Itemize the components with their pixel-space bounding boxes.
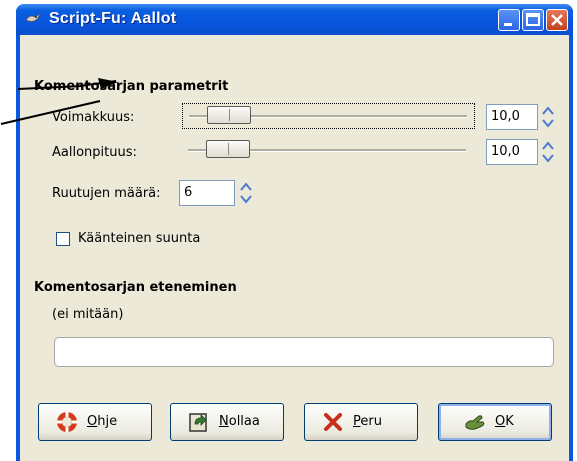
pointer-arrow	[0, 78, 118, 125]
